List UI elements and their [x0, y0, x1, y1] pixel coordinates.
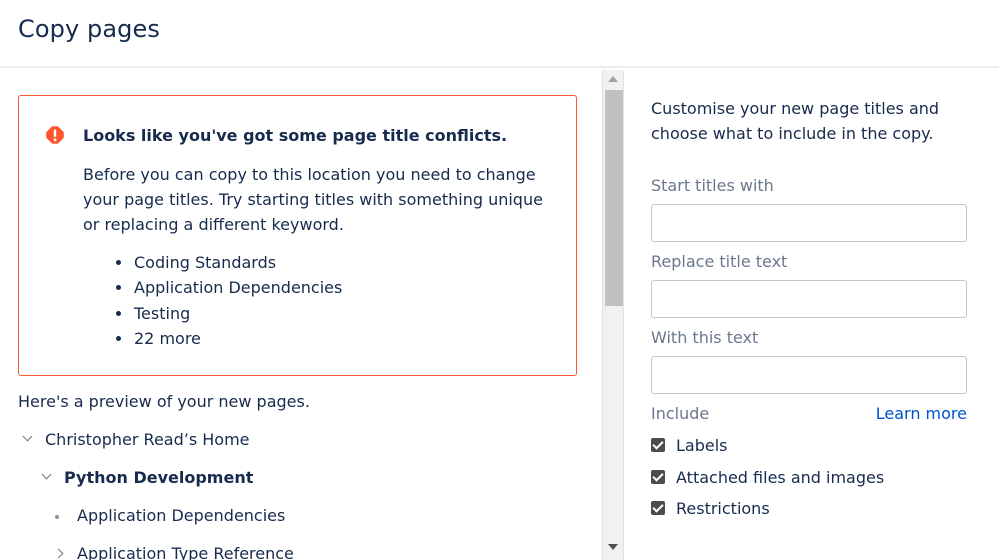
- warning-title: Looks like you've got some page title co…: [83, 126, 508, 145]
- conflict-item: Testing: [83, 301, 342, 326]
- dialog-header: Copy pages: [0, 0, 999, 68]
- replace-title-label: Replace title text: [651, 252, 788, 271]
- preview-panel: Looks like you've got some page title co…: [0, 70, 602, 560]
- learn-more-link[interactable]: Learn more: [876, 404, 967, 423]
- chevron-down-icon[interactable]: [41, 469, 52, 480]
- tree-item-label: Python Development: [64, 468, 254, 487]
- dialog-title: Copy pages: [18, 15, 160, 43]
- tree-item-application-type-reference[interactable]: Application Type Reference: [53, 544, 355, 560]
- conflict-item: Coding Standards: [83, 250, 342, 275]
- include-labels-checkbox-row[interactable]: Labels: [651, 434, 728, 456]
- preview-scrollbar[interactable]: [602, 70, 624, 560]
- conflict-list: Coding Standards Application Dependencie…: [83, 250, 342, 351]
- scroll-thumb[interactable]: [605, 90, 623, 306]
- start-titles-label: Start titles with: [651, 176, 774, 195]
- start-titles-input[interactable]: [651, 204, 967, 242]
- tree-item-label: Christopher Read’s Home: [45, 430, 250, 449]
- copy-options-panel: Customise your new page titles and choos…: [625, 70, 999, 560]
- tree-item-label: Application Dependencies: [77, 506, 286, 525]
- checkbox-label[interactable]: Restrictions: [676, 499, 770, 518]
- checkbox-label[interactable]: Attached files and images: [676, 468, 884, 487]
- tree-item-label: Application Type Reference: [77, 544, 294, 560]
- attachments-checkbox[interactable]: [651, 470, 665, 484]
- options-intro: Customise your new page titles and choos…: [651, 99, 940, 143]
- conflict-item: Application Dependencies: [83, 275, 342, 300]
- scroll-down-arrow-icon[interactable]: [608, 544, 618, 550]
- replace-title-input[interactable]: [651, 280, 967, 318]
- conflict-item-more: 22 more: [83, 326, 342, 351]
- chevron-right-icon[interactable]: [53, 548, 64, 559]
- preview-label: Here's a preview of your new pages.: [18, 392, 310, 411]
- include-attachments-checkbox-row[interactable]: Attached files and images: [651, 466, 884, 488]
- title-conflict-warning: Looks like you've got some page title co…: [18, 95, 577, 376]
- with-text-input[interactable]: [651, 356, 967, 394]
- tree-item-python-development[interactable]: Python Development: [41, 468, 343, 490]
- error-icon: [46, 126, 64, 144]
- checkbox-label[interactable]: Labels: [676, 436, 728, 455]
- scroll-up-arrow-icon[interactable]: [608, 76, 618, 82]
- include-label: Include: [651, 404, 710, 423]
- restrictions-checkbox[interactable]: [651, 501, 665, 515]
- tree-item-application-dependencies[interactable]: Application Dependencies: [55, 506, 355, 528]
- labels-checkbox[interactable]: [651, 438, 665, 452]
- include-restrictions-checkbox-row[interactable]: Restrictions: [651, 497, 770, 519]
- bullet-icon: [55, 515, 59, 519]
- with-text-label: With this text: [651, 328, 759, 347]
- warning-description: Before you can copy to this location you…: [83, 165, 543, 234]
- chevron-down-icon[interactable]: [22, 431, 33, 442]
